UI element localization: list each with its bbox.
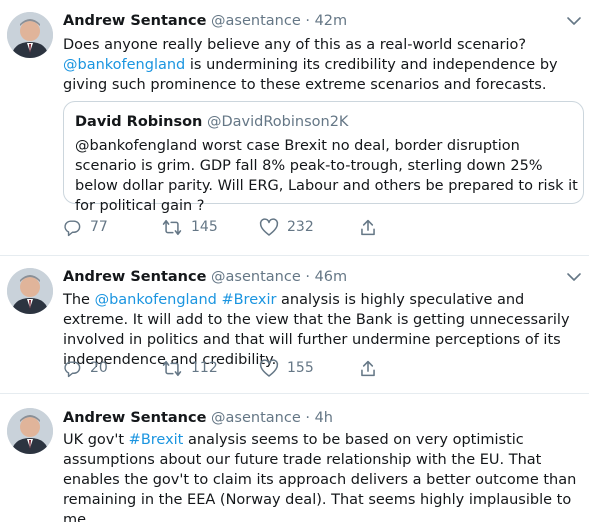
tweet-2[interactable]: Andrew Sentance @asentance · 46m The @ba… [0, 256, 589, 392]
share-button[interactable] [359, 358, 377, 378]
chevron-down-icon[interactable] [566, 13, 582, 29]
tweet-text: Does anyone really believe any of this a… [63, 35, 583, 95]
heart-icon [259, 217, 279, 236]
retweet-icon [162, 360, 182, 376]
separator-dot: · [305, 13, 310, 29]
reply-count: 20 [90, 360, 108, 376]
tweet-text-segment: The [63, 292, 95, 308]
tweet-text-content: UK gov't #Brexit analysis seems to be ba… [63, 430, 583, 522]
like-count: 155 [287, 360, 314, 376]
quoted-author-handle: @DavidRobinson2K [207, 114, 349, 130]
author-name[interactable]: Andrew Sentance [63, 410, 206, 426]
reply-icon [64, 360, 81, 377]
retweet-icon [162, 219, 182, 235]
reply-button[interactable]: 20 [63, 358, 108, 378]
tweet-time[interactable]: 4h [315, 410, 333, 426]
reply-count: 77 [90, 219, 108, 235]
tweet-actions: 77 145 232 [63, 217, 423, 237]
reply-icon [64, 219, 81, 236]
quoted-author-name: David Robinson [75, 114, 203, 130]
like-button[interactable]: 232 [259, 217, 314, 237]
tweet-text-segment: Does anyone really believe any of this a… [63, 37, 527, 53]
share-icon [361, 360, 375, 376]
retweet-button[interactable]: 145 [161, 217, 218, 237]
tweet-time[interactable]: 42m [315, 13, 348, 29]
tweet-text-segment: UK gov't [63, 432, 129, 448]
reply-button[interactable]: 77 [63, 217, 108, 237]
hashtag-link[interactable]: #Brexir [221, 292, 276, 308]
like-button[interactable]: 155 [259, 358, 314, 378]
heart-icon [259, 358, 279, 377]
mention-link[interactable]: @bankofengland [63, 57, 185, 73]
author-name[interactable]: Andrew Sentance [63, 13, 206, 29]
author-handle[interactable]: @asentance [211, 269, 301, 285]
hashtag-link[interactable]: #Brexit [129, 432, 184, 448]
separator-dot: · [305, 269, 310, 285]
tweet-header: Andrew Sentance @asentance · 46m [63, 266, 347, 288]
avatar[interactable] [7, 408, 53, 454]
tweet-text-content: Does anyone really believe any of this a… [63, 35, 583, 95]
quoted-text: @bankofengland worst case Brexit no deal… [75, 138, 578, 214]
author-handle[interactable]: @asentance [211, 410, 301, 426]
share-icon [361, 219, 375, 235]
separator-dot: · [305, 410, 310, 426]
share-button[interactable] [359, 217, 377, 237]
retweet-button[interactable]: 112 [161, 358, 218, 378]
tweet-header: Andrew Sentance @asentance · 4h [63, 407, 333, 429]
avatar[interactable] [7, 12, 53, 58]
quoted-tweet[interactable]: David Robinson @DavidRobinson2K @bankofe… [63, 101, 584, 214]
tweet-time[interactable]: 46m [315, 269, 348, 285]
like-count: 232 [287, 219, 314, 235]
quoted-header: David Robinson @DavidRobinson2K [75, 112, 348, 132]
retweet-count: 145 [191, 219, 218, 235]
tweet-actions: 20 112 155 [63, 358, 423, 378]
author-handle[interactable]: @asentance [211, 13, 301, 29]
retweet-count: 112 [191, 360, 218, 376]
tweet-1[interactable]: Andrew Sentance @asentance · 42m Does an… [0, 0, 589, 255]
avatar[interactable] [7, 268, 53, 314]
tweet-header: Andrew Sentance @asentance · 42m [63, 10, 347, 32]
author-name[interactable]: Andrew Sentance [63, 269, 206, 285]
tweet-3[interactable]: Andrew Sentance @asentance · 4h UK gov't… [0, 394, 589, 522]
chevron-down-icon[interactable] [566, 269, 582, 285]
mention-link[interactable]: @bankofengland [95, 292, 217, 308]
tweet-text: UK gov't #Brexit analysis seems to be ba… [63, 430, 583, 522]
